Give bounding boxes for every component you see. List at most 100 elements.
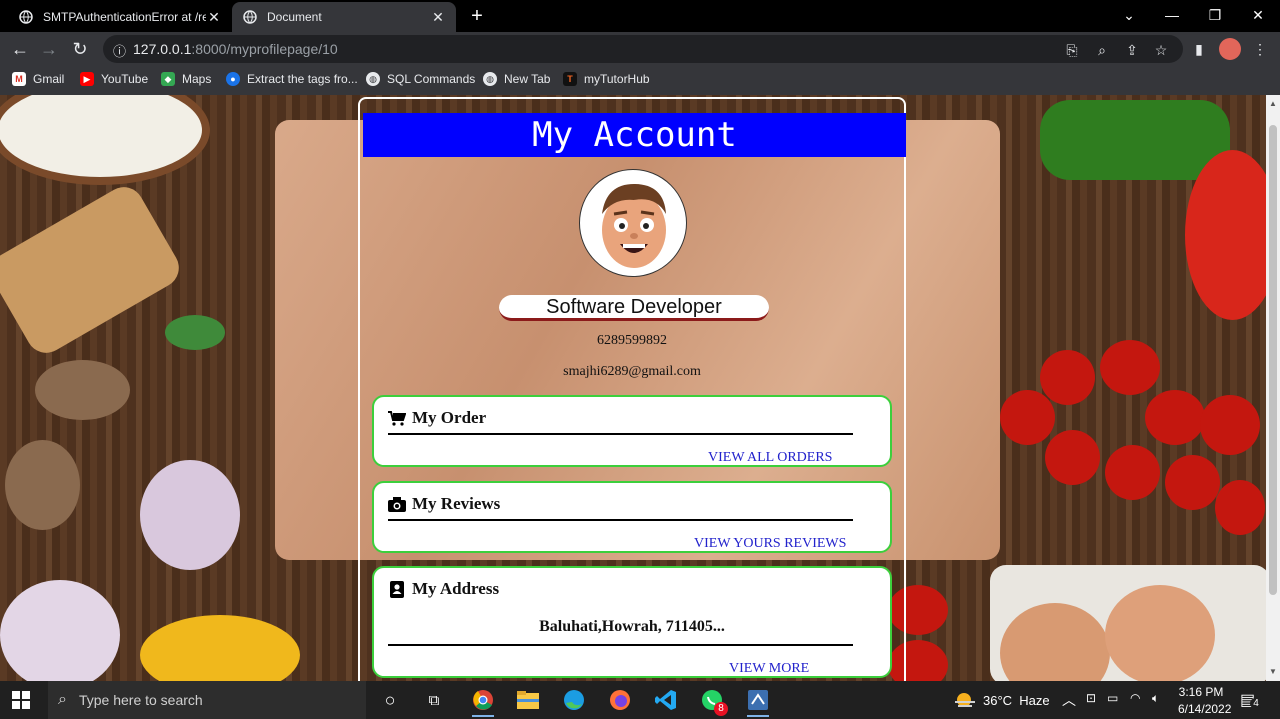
tomato-image [1040,350,1095,405]
whatsapp-badge: 8 [714,702,728,716]
egg-image [1105,585,1215,681]
zoom-icon[interactable]: ⌕ [1091,39,1113,61]
share-icon[interactable]: ⇪ [1121,39,1143,61]
wifi-icon[interactable]: ◠ [1130,691,1140,705]
tomato-image [1165,455,1220,510]
info-icon[interactable]: ⓘ [113,41,126,60]
scroll-up-icon[interactable]: ▲ [1269,99,1277,108]
globe-icon [18,9,34,25]
tab-smtp-error[interactable]: SMTPAuthenticationError at /reg ✕ [8,2,232,32]
orders-title: My Order [412,408,487,427]
tab-document[interactable]: Document ✕ [232,2,456,32]
cortana-icon[interactable]: ○ [377,687,403,713]
url-text[interactable]: 127.0.0.1:8000/myprofilepage/10 [133,41,338,57]
scroll-down-icon[interactable]: ▼ [1269,667,1277,676]
firefox-icon[interactable] [607,687,633,713]
page-viewport: My Account Software Developer 6289599892… [0,95,1266,681]
forward-button[interactable]: → [36,36,62,62]
bookmarks-bar: M Gmail ▶ YouTube ◆ Maps ● Extract the tags … [0,65,1280,95]
battery-icon[interactable]: ▭ [1107,691,1118,705]
reload-button[interactable]: ↻ [67,36,93,62]
file-explorer-icon[interactable] [515,687,541,713]
translate-icon[interactable]: ⎘ [1061,39,1083,61]
vscode-icon[interactable] [653,687,679,713]
volume-icon[interactable]: 🔈︎ [1152,691,1159,706]
menu-icon[interactable]: ⋮ [1249,38,1271,60]
view-reviews-link[interactable]: VIEW YOURS REVIEWS [694,536,846,552]
bookmark-label: Maps [182,72,212,86]
bookmark-youtube[interactable]: ▶ YouTube [80,72,148,86]
edge-icon[interactable] [561,687,587,713]
tab-title: SMTPAuthenticationError at /reg [43,10,206,24]
new-tab-button[interactable]: + [466,5,488,28]
side-panel-icon[interactable]: ▮ [1188,38,1210,60]
onedrive-icon[interactable]: ⊡ [1086,691,1096,705]
bookmark-maps[interactable]: ◆ Maps [161,72,211,86]
chrome-icon[interactable] [470,687,496,717]
reviews-heading: My Reviews [388,494,500,514]
tomato-image [1105,445,1160,500]
profile-avatar[interactable] [1219,38,1241,60]
reviews-title: My Reviews [412,494,501,513]
address-bar[interactable]: ⓘ 127.0.0.1:8000/myprofilepage/10 ⎘ ⌕ ⇪ … [103,35,1183,63]
bookmark-new-tab[interactable]: ◍ New Tab [483,72,550,86]
bookmark-star-icon[interactable]: ☆ [1150,39,1172,61]
extract-icon: ● [226,72,240,86]
tomato-image [1100,340,1160,395]
green-pepper-image [1040,100,1230,180]
tomato-image [1200,395,1260,455]
address-section: My Address Baluhati,Howrah, 711405... VI… [372,566,892,678]
weather-text[interactable]: 36°C Haze [983,693,1050,708]
tab-title: Document [267,10,322,24]
job-title-badge: Software Developer [499,295,769,321]
avatar [579,169,687,277]
back-button[interactable]: ← [7,36,33,62]
clock[interactable]: 3:16 PM 6/14/2022 [1178,685,1232,716]
whatsapp-icon[interactable]: 8 [699,687,728,716]
bookmark-sql-commands[interactable]: ◍ SQL Commands [366,72,475,86]
phone-number: 6289599892 [597,333,667,348]
mushroom-image [35,360,130,420]
maps-icon: ◆ [161,72,175,86]
scrollbar-thumb[interactable] [1269,125,1277,595]
orders-section: My Order VIEW ALL ORDERS [372,395,892,467]
close-tab-icon[interactable]: ✕ [206,9,222,26]
globe-icon [242,9,258,25]
time-text: 3:16 PM [1178,685,1224,699]
reviews-section: My Reviews VIEW YOURS REVIEWS [372,481,892,553]
page-title: My Account [363,113,906,157]
view-more-link[interactable]: VIEW MORE [729,661,809,677]
view-all-orders-link[interactable]: VIEW ALL ORDERS [708,450,832,466]
bookmark-mytutorhub[interactable]: TmyTutorHub [563,72,650,86]
taskbar-search-box[interactable]: ⌕ Type here to search [48,681,366,719]
notification-icon[interactable]: ▤ 4 [1240,690,1262,710]
onion-image [140,460,240,570]
tab-search-icon[interactable]: ⌄ [1114,4,1144,26]
address-title: My Address [412,579,500,598]
gmail-icon: M [12,72,26,86]
bookmark-gmail[interactable]: M Gmail [12,72,64,86]
task-view-icon[interactable]: ⧉ [421,687,447,713]
email-address: smajhi6289@gmail.com [563,364,701,379]
divider [388,519,853,521]
weather-icon[interactable] [955,691,975,712]
close-window-button[interactable]: ✕ [1243,4,1273,26]
bookmark-extract-tags[interactable]: ● Extract the tags fro... [226,72,358,86]
page-scrollbar[interactable]: ▲ ▼ [1266,95,1280,681]
app-window-icon[interactable] [745,687,771,717]
mushroom-image [5,440,80,530]
minimize-button[interactable]: — [1157,4,1187,26]
rice-bowl-image [0,95,210,185]
address-book-icon [388,580,406,598]
tomato-image [1000,390,1055,445]
maximize-button[interactable]: ❐ [1200,4,1230,26]
tomato-image [1145,390,1205,445]
date-text: 6/14/2022 [1178,702,1232,716]
mytutorhub-icon: T [563,72,577,86]
youtube-icon: ▶ [80,72,94,86]
windows-start-icon[interactable] [12,691,30,714]
show-hidden-icons[interactable]: ︿ [1062,690,1076,710]
bookmark-label: SQL Commands [387,72,476,86]
close-tab-icon[interactable]: ✕ [430,9,446,26]
notification-count: 4 [1250,698,1262,709]
